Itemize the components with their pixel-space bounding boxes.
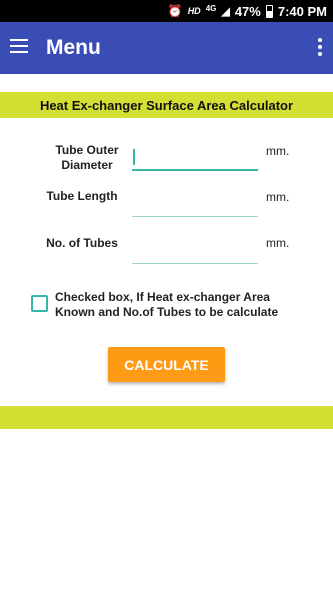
signal-icon: ◢ — [221, 5, 230, 18]
tube-outer-diameter-label: Tube Outer Diameter — [44, 143, 130, 173]
no-of-tubes-label: No. of Tubes — [46, 236, 118, 250]
hamburger-menu-icon[interactable] — [10, 39, 28, 53]
calculate-button[interactable]: CALCULATE — [108, 347, 225, 382]
status-bar: ⏰ HD 4G ◢ 47% 7:40 PM — [0, 0, 333, 22]
calculator-title-banner: Heat Ex-changer Surface Area Calculator — [0, 92, 333, 118]
checkbox-label-line1: Checked box, If Heat ex-changer Area — [55, 290, 270, 304]
area-known-checkbox-label: Checked box, If Heat ex-changer Area Kno… — [55, 290, 315, 320]
no-of-tubes-unit: mm. — [266, 236, 290, 250]
tube-length-input[interactable] — [132, 193, 258, 217]
battery-icon — [265, 4, 273, 18]
clock: 7:40 PM — [277, 3, 327, 19]
area-known-checkbox[interactable] — [31, 295, 48, 312]
tube-length-label: Tube Length — [46, 189, 118, 203]
footer-bar — [0, 406, 333, 429]
no-of-tubes-input[interactable] — [132, 240, 258, 264]
text-cursor — [133, 149, 135, 165]
tube-outer-diameter-label-line2: Diameter — [61, 158, 113, 172]
hd-indicator: HD — [187, 6, 201, 16]
network-type: 4G — [205, 3, 217, 13]
tube-length-unit: mm. — [266, 190, 290, 204]
checkbox-label-line2: Known and No.of Tubes to be calculate — [55, 305, 279, 319]
tube-outer-diameter-input[interactable] — [132, 147, 258, 171]
alarm-icon: ⏰ — [167, 4, 183, 18]
tube-outer-diameter-label-line1: Tube Outer — [55, 143, 119, 157]
app-bar-title: Menu — [46, 36, 101, 59]
app-bar: Menu — [0, 22, 333, 74]
battery-percent: 47% — [234, 3, 261, 19]
overflow-menu-icon[interactable] — [317, 38, 323, 58]
tube-outer-diameter-unit: mm. — [266, 144, 290, 158]
